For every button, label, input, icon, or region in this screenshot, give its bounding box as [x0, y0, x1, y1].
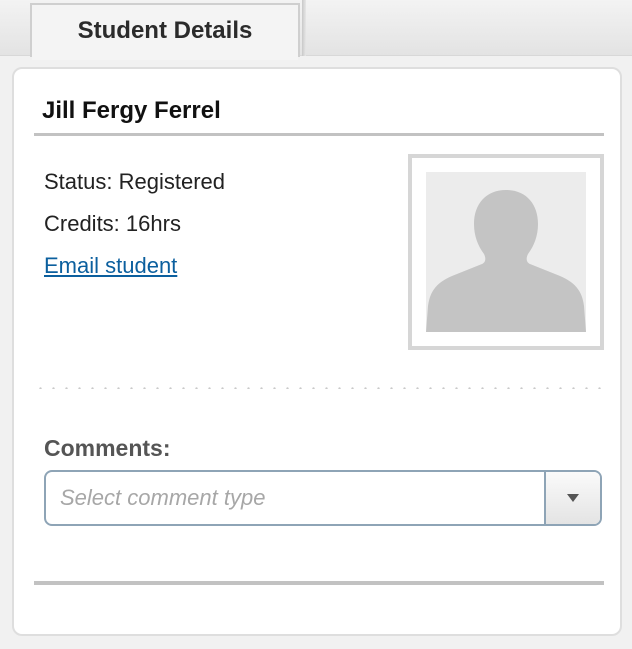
- dropdown-button[interactable]: [544, 472, 600, 524]
- tab-bar: Student Details: [0, 0, 632, 60]
- email-student-link[interactable]: Email student: [44, 253, 177, 278]
- avatar: [426, 172, 586, 332]
- student-name: Jill Fergy Ferrel: [42, 97, 221, 124]
- bottom-divider: [34, 581, 604, 585]
- select-placeholder: Select comment type: [60, 485, 266, 510]
- tab-divider: [302, 0, 306, 56]
- name-divider: [34, 133, 604, 136]
- comment-type-select[interactable]: Select comment type: [44, 470, 602, 526]
- tab-label: Student Details: [77, 17, 253, 44]
- student-photo: [408, 154, 604, 350]
- status-text: Status: Registered: [44, 169, 225, 194]
- credits-text: Credits: 16hrs: [44, 211, 181, 236]
- student-info: Status: Registered Credits: 16hrs Email …: [44, 161, 225, 287]
- tab-student-details[interactable]: Student Details: [30, 3, 300, 60]
- dotted-divider: [34, 387, 604, 389]
- caret-down-icon: [567, 494, 579, 502]
- student-details-panel: Jill Fergy Ferrel Status: Registered Cre…: [12, 67, 622, 636]
- comments-label: Comments:: [44, 435, 171, 461]
- person-silhouette-icon: [426, 172, 586, 332]
